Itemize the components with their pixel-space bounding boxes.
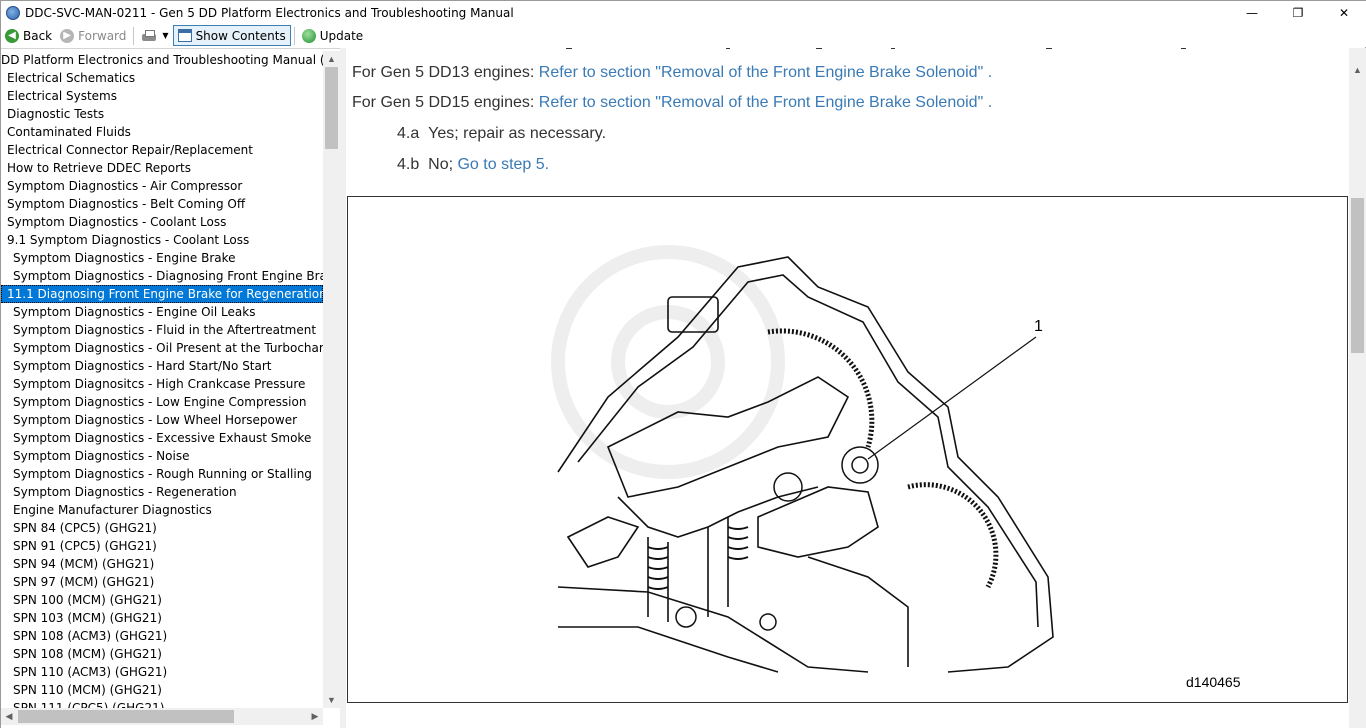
maximize-button[interactable]: ❐ [1275,1,1321,24]
dd13-removal-link[interactable]: Refer to section "Removal of the Front E… [539,64,992,81]
scroll-right-arrow-icon[interactable]: ▶ [307,708,323,725]
tree-item[interactable]: Contaminated Fluids [1,123,323,141]
tree-item[interactable]: SPN 100 (MCM) (GHG21) [1,591,323,609]
callout-number-1: 1 [1034,318,1043,335]
step-4b-text: No; [428,156,458,173]
tree-item[interactable]: SPN 108 (ACM3) (GHG21) [1,627,323,645]
tree-item[interactable]: Symptom Diagnostics - Diagnosing Front E… [1,267,323,285]
contents-vertical-scrollbar[interactable]: ▲ ▼ [323,51,340,708]
tree-item[interactable]: Symptom Diagnostics - Engine Oil Leaks [1,303,323,321]
dd15-instruction: For Gen 5 DD15 engines: Refer to section… [352,94,992,112]
document-vertical-scrollbar[interactable]: ▲ [1349,48,1366,728]
window-title: DDC-SVC-MAN-0211 - Gen 5 DD Platform Ele… [25,5,514,20]
forward-button[interactable]: ▶ Forward [56,25,130,46]
app-icon [6,5,20,20]
engine-figure: 1 d140465 [347,196,1348,703]
tree-item[interactable]: Symptom Diagnositcs - High Crankcase Pre… [1,375,323,393]
tree-item[interactable]: SPN 110 (ACM3) (GHG21) [1,663,323,681]
forward-label: Forward [78,28,127,43]
contents-icon [177,29,192,42]
window-controls: — ❐ ✕ [1229,1,1366,24]
document-content: For Gen 5 DD13 engines: Refer to section… [346,48,1349,728]
tree-item[interactable]: Engine Manufacturer Diagnostics [1,501,323,519]
show-contents-button[interactable]: Show Contents [172,25,291,46]
tree-item[interactable]: Diagnostic Tests [1,105,323,123]
figure-id: d140465 [1186,674,1241,690]
scroll-left-arrow-icon[interactable]: ◀ [1,708,17,725]
step-4b: 4.b No; Go to step 5. [397,156,549,174]
go-to-step-5-link[interactable]: Go to step 5. [457,156,549,173]
step-4a-text: Yes; repair as necessary. [428,125,607,142]
update-button[interactable]: Update [298,25,367,46]
toolbar: ◀ Back ▶ Forward ▼ Show Contents Update [1,24,1366,47]
tree-item[interactable]: SPN 103 (MCM) (GHG21) [1,609,323,627]
step-4b-number: 4.b [397,156,420,173]
contents-tree: DD Platform Electronics and Troubleshoot… [1,51,323,708]
tree-item[interactable]: Symptom Diagnostics - Oil Present at the… [1,339,323,357]
step-4a-number: 4.a [397,125,420,142]
toolbar-separator [133,26,135,45]
tree-item[interactable]: Symptom Diagnostics - Excessive Exhaust … [1,429,323,447]
tree-item[interactable]: Electrical Connector Repair/Replacement [1,141,323,159]
title-bar: DDC-SVC-MAN-0211 - Gen 5 DD Platform Ele… [1,1,1366,24]
back-button[interactable]: ◀ Back [1,25,56,46]
back-label: Back [23,28,53,43]
tree-item[interactable]: Electrical Systems [1,87,323,105]
tree-item[interactable]: Electrical Schematics [1,69,323,87]
engine-brake-solenoid-illustration: 1 [551,245,1054,673]
tree-item[interactable]: Symptom Diagnostics - Regeneration [1,483,323,501]
clipped-previous-line [566,48,1186,49]
tree-item[interactable]: Symptom Diagnostics - Noise [1,447,323,465]
forward-arrow-icon: ▶ [60,28,75,43]
tree-item[interactable]: SPN 108 (MCM) (GHG21) [1,645,323,663]
tree-item[interactable]: SPN 111 (CPC5) (GHG21) [1,699,323,708]
dd15-prefix: For Gen 5 DD15 engines: [352,94,539,111]
tree-item[interactable]: Symptom Diagnostics - Engine Brake [1,249,323,267]
dd13-instruction: For Gen 5 DD13 engines: Refer to section… [352,64,992,82]
print-button[interactable]: ▼ [137,25,172,46]
scrollbar-thumb[interactable] [1351,198,1364,353]
tree-item[interactable]: DD Platform Electronics and Troubleshoot… [1,51,323,69]
tree-item[interactable]: How to Retrieve DDEC Reports [1,159,323,177]
scroll-down-arrow-icon[interactable]: ▼ [323,692,340,708]
toolbar-separator-2 [293,26,295,45]
step-4a: 4.a Yes; repair as necessary. [397,125,606,143]
minimize-button[interactable]: — [1229,1,1275,24]
tree-item[interactable]: 9.1 Symptom Diagnostics - Coolant Loss [1,231,323,249]
tree-item[interactable]: Symptom Diagnostics - Air Compressor [1,177,323,195]
tree-item[interactable]: Symptom Diagnostics - Hard Start/No Star… [1,357,323,375]
tree-item[interactable]: Symptom Diagnostics - Coolant Loss [1,213,323,231]
show-contents-label: Show Contents [195,28,286,43]
close-button[interactable]: ✕ [1321,1,1366,24]
tree-item[interactable]: Symptom Diagnostics - Belt Coming Off [1,195,323,213]
update-label: Update [319,28,364,43]
tree-item[interactable]: Symptom Diagnostics - Fluid in the After… [1,321,323,339]
tree-item[interactable]: SPN 110 (MCM) (GHG21) [1,681,323,699]
tree-item[interactable]: SPN 84 (CPC5) (GHG21) [1,519,323,537]
contents-pane: DD Platform Electronics and Troubleshoot… [1,48,340,728]
tree-item[interactable]: Symptom Diagnostics - Low Wheel Horsepow… [1,411,323,429]
contents-horizontal-scrollbar[interactable]: ◀ ▶ [1,708,323,725]
scrollbar-thumb[interactable] [18,710,234,723]
tree-item[interactable]: SPN 97 (MCM) (GHG21) [1,573,323,591]
scroll-up-arrow-icon[interactable]: ▲ [1349,62,1366,78]
app-window: DDC-SVC-MAN-0211 - Gen 5 DD Platform Ele… [0,0,1366,728]
chevron-down-icon[interactable]: ▼ [162,31,168,40]
dd15-removal-link[interactable]: Refer to section "Removal of the Front E… [539,94,992,111]
scroll-up-arrow-icon[interactable]: ▲ [323,51,340,67]
printer-icon [141,29,157,43]
back-arrow-icon: ◀ [5,28,19,43]
scrollbar-thumb[interactable] [325,67,338,149]
callout-leader-line [867,336,1037,460]
tree-item[interactable]: SPN 91 (CPC5) (GHG21) [1,537,323,555]
tree-item-selected[interactable]: 11.1 Diagnosing Front Engine Brake for R… [1,285,323,303]
tree-item[interactable]: SPN 94 (MCM) (GHG21) [1,555,323,573]
dd13-prefix: For Gen 5 DD13 engines: [352,64,539,81]
tree-item[interactable]: Symptom Diagnostics - Rough Running or S… [1,465,323,483]
tree-item[interactable]: Symptom Diagnostics - Low Engine Compres… [1,393,323,411]
update-globe-icon [301,28,316,43]
